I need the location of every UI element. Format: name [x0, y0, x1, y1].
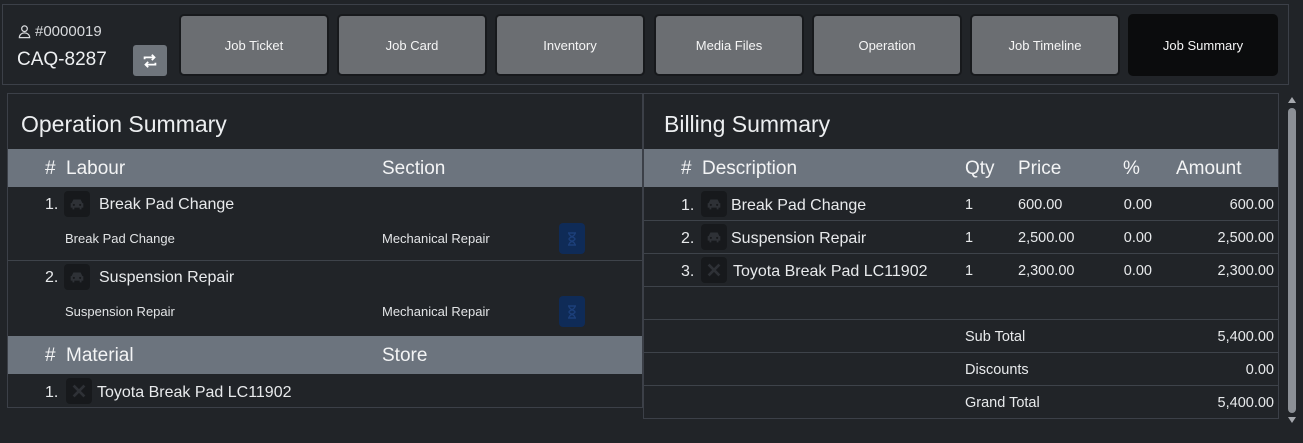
- tools-icon: [66, 378, 92, 404]
- tab-media-files[interactable]: Media Files: [654, 14, 804, 76]
- material-table-header: # Material Store: [8, 336, 642, 374]
- subtotal-value: 5,400.00: [1217, 329, 1274, 345]
- scroll-up-arrow-icon[interactable]: [1288, 97, 1296, 103]
- vertical-scrollbar[interactable]: [1285, 93, 1299, 428]
- billing-amount: 600.00: [1229, 197, 1274, 213]
- tab-job-timeline[interactable]: Job Timeline: [970, 14, 1120, 76]
- grand-total-value: 5,400.00: [1217, 395, 1274, 411]
- billing-percent: 0.00: [1123, 263, 1152, 279]
- labour-section: Mechanical Repair: [382, 231, 490, 246]
- qty-column-header: Qty: [965, 158, 995, 179]
- user-icon: [18, 25, 31, 39]
- labour-index: 2.: [45, 269, 59, 286]
- billing-description: Suspension Repair: [731, 230, 867, 247]
- operation-summary-panel: Operation Summary # Labour Section 1. Br…: [7, 93, 643, 408]
- tab-job-summary[interactable]: Job Summary: [1128, 14, 1278, 76]
- labour-section: Mechanical Repair: [382, 304, 490, 319]
- billing-summary-title: Billing Summary: [664, 111, 831, 137]
- discounts-label: Discounts: [965, 362, 1029, 378]
- row-divider: [644, 286, 1278, 287]
- billing-index: 2.: [681, 230, 695, 247]
- row-divider: [644, 319, 1278, 320]
- row-divider: [644, 385, 1278, 386]
- billing-price: 2,300.00: [1018, 263, 1075, 279]
- row-divider: [644, 253, 1278, 254]
- labour-index: 1.: [45, 196, 59, 213]
- material-column-header: Material: [66, 345, 134, 366]
- hourglass-icon[interactable]: [559, 296, 585, 327]
- billing-index: 1.: [681, 197, 695, 214]
- row-divider: [644, 352, 1278, 353]
- tab-inventory[interactable]: Inventory: [495, 14, 645, 76]
- car-icon: [701, 224, 727, 250]
- amount-column-header: Amount: [1176, 158, 1242, 179]
- job-number: #0000019: [17, 23, 102, 40]
- row-divider: [644, 220, 1278, 221]
- billing-qty: 1: [965, 197, 974, 213]
- billing-percent: 0.00: [1123, 230, 1152, 246]
- grand-total-label: Grand Total: [965, 395, 1040, 411]
- billing-hash-header: #: [681, 158, 692, 179]
- material-name: Toyota Break Pad LC11902: [97, 384, 292, 401]
- billing-summary-panel: Billing Summary # Description Qty Price …: [643, 93, 1279, 419]
- operation-summary-title: Operation Summary: [21, 111, 227, 137]
- billing-price: 600.00: [1018, 197, 1063, 213]
- labour-column-header: Labour: [66, 158, 126, 179]
- billing-amount: 2,300.00: [1217, 263, 1274, 279]
- row-divider: [8, 260, 642, 261]
- vehicle-plate: CAQ-8287: [17, 49, 107, 70]
- description-column-header: Description: [702, 158, 798, 179]
- scroll-down-arrow-icon[interactable]: [1288, 417, 1296, 423]
- material-index: 1.: [45, 384, 59, 401]
- material-hash-header: #: [45, 345, 56, 366]
- labour-detail: Break Pad Change: [65, 231, 175, 246]
- section-column-header: Section: [382, 158, 446, 179]
- billing-amount: 2,500.00: [1217, 230, 1274, 246]
- price-column-header: Price: [1018, 158, 1062, 179]
- labour-name: Suspension Repair: [99, 269, 235, 286]
- discounts-value: 0.00: [1245, 362, 1274, 378]
- labour-table-header: # Labour Section: [8, 149, 642, 187]
- billing-qty: 1: [965, 230, 974, 246]
- tab-job-card[interactable]: Job Card: [337, 14, 487, 76]
- billing-index: 3.: [681, 263, 695, 280]
- swap-icon: [143, 53, 157, 68]
- billing-price: 2,500.00: [1018, 230, 1075, 246]
- scrollbar-thumb[interactable]: [1288, 108, 1296, 413]
- labour-name: Break Pad Change: [99, 196, 235, 213]
- store-column-header: Store: [382, 345, 428, 366]
- tab-job-ticket[interactable]: Job Ticket: [179, 14, 329, 76]
- swap-vehicle-button[interactable]: [133, 45, 167, 76]
- tab-operation[interactable]: Operation: [812, 14, 962, 76]
- car-icon: [64, 264, 90, 290]
- billing-description: Toyota Break Pad LC11902: [733, 263, 928, 280]
- job-header: #0000019 CAQ-8287 Job Ticket Job Card In…: [2, 4, 1289, 85]
- labour-detail: Suspension Repair: [65, 304, 175, 319]
- job-info: #0000019 CAQ-8287: [17, 19, 167, 79]
- billing-table-header: # Description Qty Price % Amount: [644, 149, 1278, 187]
- tools-icon: [701, 257, 727, 283]
- car-icon: [701, 191, 727, 217]
- billing-qty: 1: [965, 263, 974, 279]
- billing-description: Break Pad Change: [731, 197, 867, 214]
- billing-percent: 0.00: [1123, 197, 1152, 213]
- subtotal-label: Sub Total: [965, 329, 1026, 345]
- hourglass-icon[interactable]: [559, 223, 585, 254]
- percent-column-header: %: [1123, 158, 1140, 179]
- labour-hash-header: #: [45, 158, 56, 179]
- car-icon: [64, 191, 90, 217]
- job-number-text: #0000019: [35, 23, 102, 40]
